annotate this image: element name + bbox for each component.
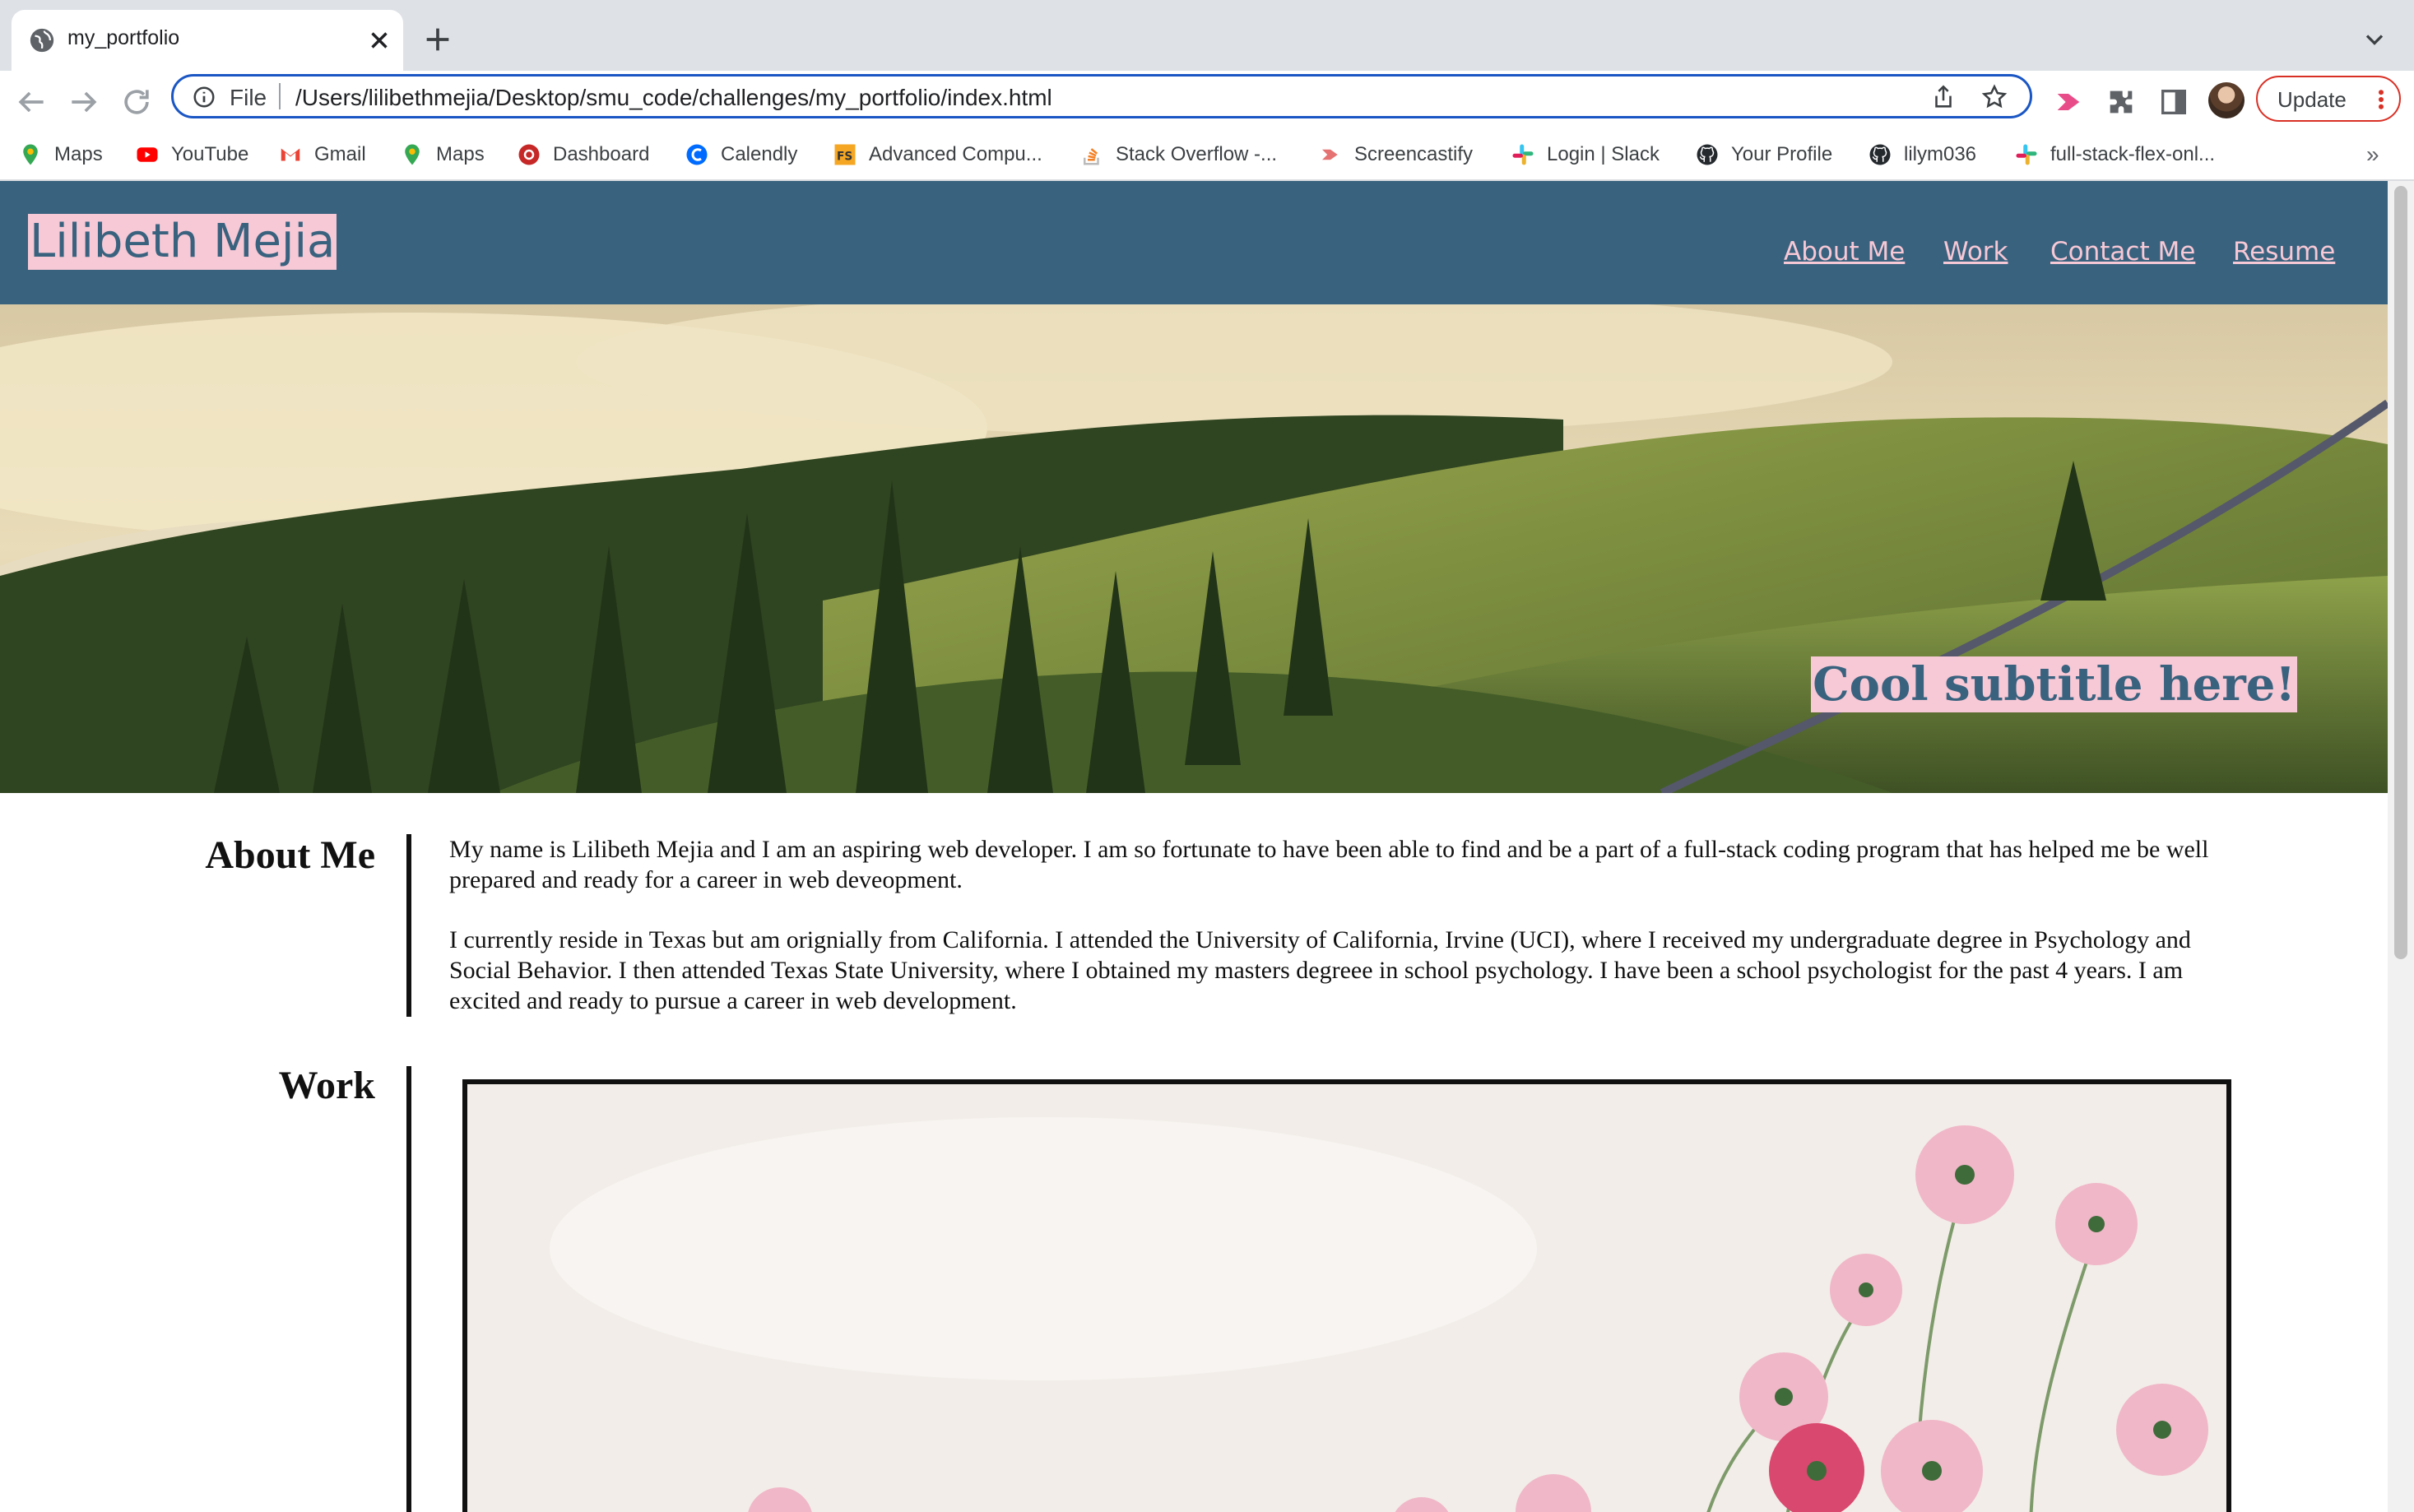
github-icon bbox=[1869, 144, 1891, 165]
new-tab-icon[interactable] bbox=[421, 23, 454, 56]
extensions-puzzle-icon[interactable] bbox=[2105, 86, 2138, 118]
close-icon[interactable] bbox=[365, 26, 393, 54]
slack-icon bbox=[2016, 144, 2037, 165]
bookmark-advanced-computing[interactable]: FS Advanced Compu... bbox=[833, 138, 1042, 171]
chevron-down-icon[interactable] bbox=[2360, 25, 2389, 54]
slack-icon bbox=[1512, 144, 1534, 165]
maps-pin-icon bbox=[405, 144, 420, 165]
bookmark-stack-overflow[interactable]: Stack Overflow -... bbox=[1079, 138, 1277, 171]
svg-text:FS: FS bbox=[837, 150, 852, 163]
screencastify-extension-icon[interactable] bbox=[2052, 86, 2085, 118]
about-paragraph-1: My name is Lilibeth Mejia and I am an as… bbox=[449, 836, 2209, 893]
nav-about-me-link[interactable]: About Me bbox=[1784, 237, 1905, 267]
site-name: Lilibeth Mejia bbox=[28, 214, 337, 270]
about-me-content: My name is Lilibeth Mejia and I am an as… bbox=[449, 834, 2251, 1046]
fs-icon: FS bbox=[834, 144, 856, 165]
work-heading: Work bbox=[278, 1064, 375, 1107]
info-icon[interactable] bbox=[192, 85, 216, 109]
work-project-image[interactable] bbox=[462, 1079, 2231, 1512]
bookmarks-bar: Maps YouTube Gmail Maps Dashboard Calend… bbox=[0, 130, 2414, 179]
gmail-icon bbox=[281, 148, 300, 161]
browser-tab-strip: my_portfolio bbox=[0, 0, 2414, 71]
bookmark-lilym036[interactable]: lilym036 bbox=[1868, 138, 1976, 171]
share-icon[interactable] bbox=[1929, 83, 1957, 111]
update-label: Update bbox=[2277, 87, 2347, 112]
more-vertical-icon[interactable] bbox=[2373, 87, 2389, 112]
address-bar[interactable]: File /Users/lilibethmejia/Desktop/smu_co… bbox=[171, 74, 2032, 118]
profile-avatar[interactable] bbox=[2208, 82, 2245, 118]
dashboard-icon bbox=[518, 144, 540, 165]
bookmark-your-profile[interactable]: Your Profile bbox=[1695, 138, 1832, 171]
maps-pin-icon bbox=[23, 144, 38, 165]
nav-resume-link[interactable]: Resume bbox=[2233, 237, 2335, 267]
web-page: Lilibeth Mejia About Me Work Contact Me … bbox=[0, 181, 2388, 1512]
scrollbar-thumb[interactable] bbox=[2394, 186, 2407, 959]
screencastify-icon bbox=[1322, 149, 1338, 160]
address-divider bbox=[279, 83, 281, 109]
calendly-icon bbox=[686, 144, 708, 165]
hero-subtitle: Cool subtitle here! bbox=[1811, 656, 2297, 712]
reload-icon[interactable] bbox=[118, 84, 155, 120]
forward-arrow-icon[interactable] bbox=[66, 84, 102, 120]
github-icon bbox=[1697, 144, 1718, 165]
bookmark-dashboard[interactable]: Dashboard bbox=[517, 138, 649, 171]
bookmark-star-icon[interactable] bbox=[1980, 83, 2008, 111]
globe-icon bbox=[30, 28, 54, 53]
address-scheme-label: File bbox=[230, 85, 267, 110]
about-me-heading: About Me bbox=[205, 833, 375, 877]
bookmark-gmail[interactable]: Gmail bbox=[278, 138, 366, 171]
side-panel-icon[interactable] bbox=[2157, 86, 2190, 118]
bookmark-full-stack-flex[interactable]: full-stack-flex-onl... bbox=[2014, 138, 2215, 171]
back-arrow-icon[interactable] bbox=[13, 84, 49, 120]
bookmark-calendly[interactable]: Calendly bbox=[685, 138, 797, 171]
work-rule bbox=[406, 1066, 411, 1512]
bookmark-login-slack[interactable]: Login | Slack bbox=[1511, 138, 1660, 171]
bookmark-screencastify[interactable]: Screencastify bbox=[1318, 138, 1473, 171]
nav-contact-me-link[interactable]: Contact Me bbox=[2050, 237, 2195, 267]
hero-landscape-image bbox=[0, 304, 2388, 793]
flowers-image bbox=[467, 1084, 2226, 1512]
hero-banner: Cool subtitle here! bbox=[0, 304, 2388, 793]
bookmark-maps[interactable]: Maps bbox=[18, 138, 103, 171]
bookmark-youtube[interactable]: YouTube bbox=[135, 138, 248, 171]
update-button[interactable]: Update bbox=[2256, 76, 2401, 122]
bookmark-maps-2[interactable]: Maps bbox=[400, 138, 485, 171]
tab-title: my_portfolio bbox=[67, 26, 180, 49]
browser-toolbar: File /Users/lilibethmejia/Desktop/smu_co… bbox=[0, 71, 2414, 192]
about-me-rule bbox=[406, 834, 411, 1017]
nav-work-link[interactable]: Work bbox=[1943, 237, 2008, 267]
site-header: Lilibeth Mejia About Me Work Contact Me … bbox=[0, 181, 2388, 304]
more-bookmarks-chevron[interactable]: » bbox=[2366, 141, 2379, 168]
browser-tab[interactable]: my_portfolio bbox=[12, 10, 403, 71]
address-url[interactable]: /Users/lilibethmejia/Desktop/smu_code/ch… bbox=[295, 85, 1052, 111]
youtube-icon bbox=[137, 147, 158, 162]
about-paragraph-2: I currently reside in Texas but am orign… bbox=[449, 926, 2191, 1014]
stackoverflow-icon bbox=[1084, 148, 1099, 165]
